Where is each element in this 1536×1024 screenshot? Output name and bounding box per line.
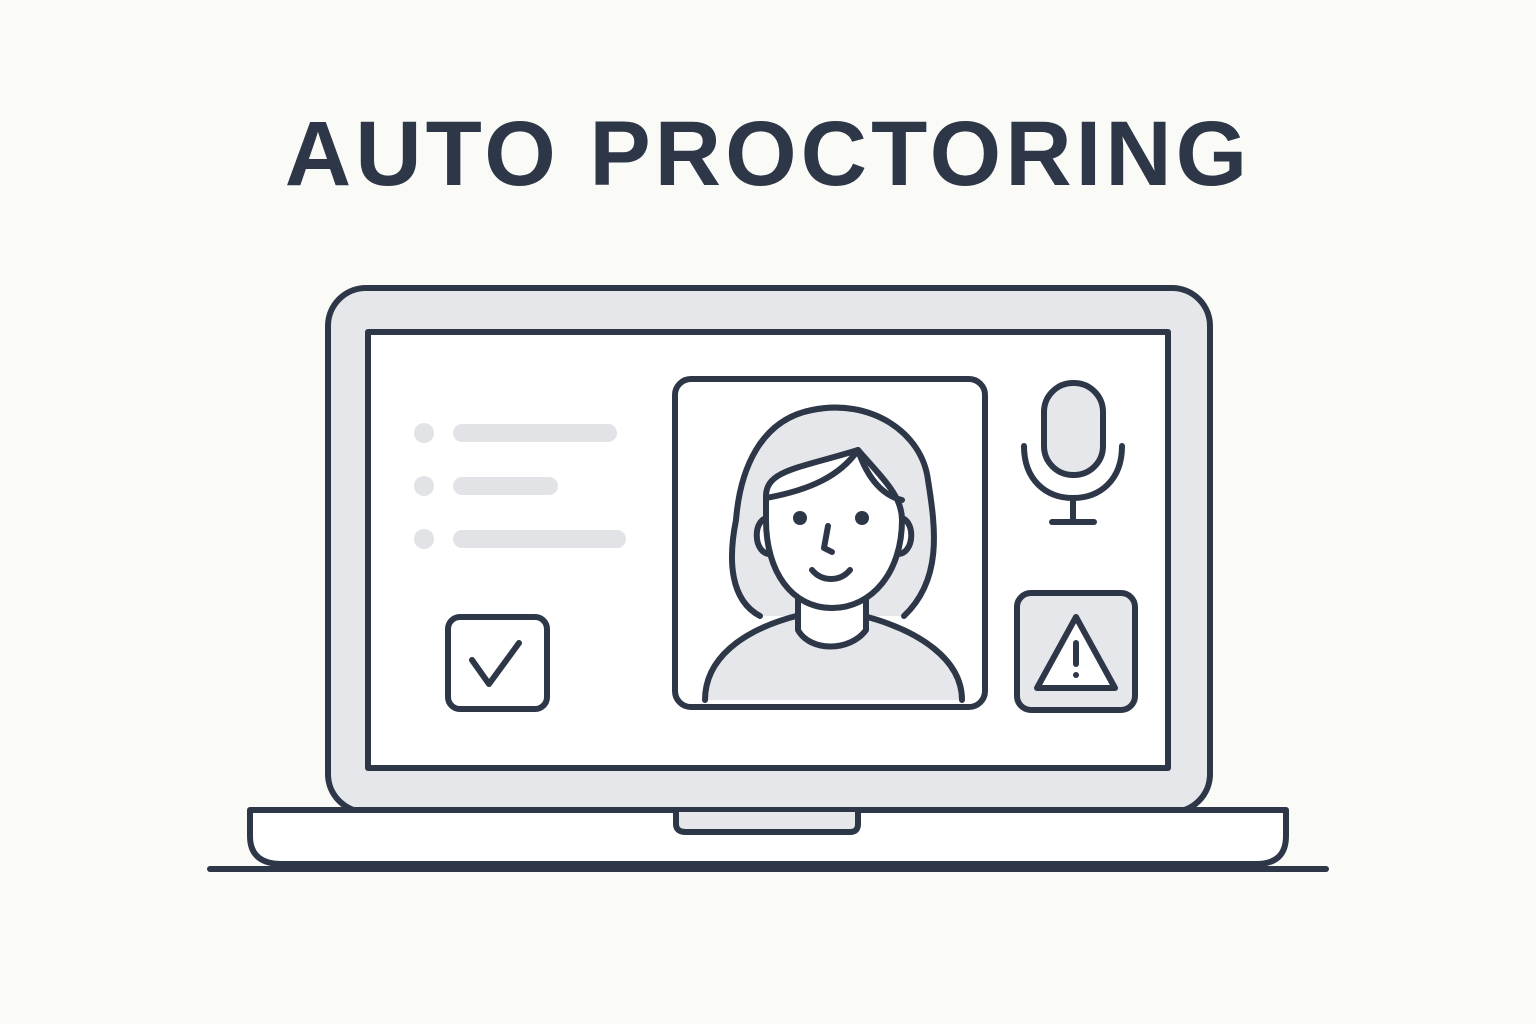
checklist-line: [453, 477, 558, 495]
check-icon: [445, 614, 550, 712]
checklist-bullet: [414, 423, 434, 443]
checklist-line: [453, 530, 626, 548]
proctoring-illustration: AUTO PROCTORING: [0, 0, 1536, 1024]
warning-icon: [1014, 590, 1138, 713]
checklist-line: [453, 424, 617, 442]
checklist-bullet: [414, 476, 434, 496]
laptop-notch: [673, 809, 861, 835]
person-icon: [672, 376, 988, 710]
laptop-illustration: [207, 285, 1329, 872]
checklist-bullet: [414, 529, 434, 549]
